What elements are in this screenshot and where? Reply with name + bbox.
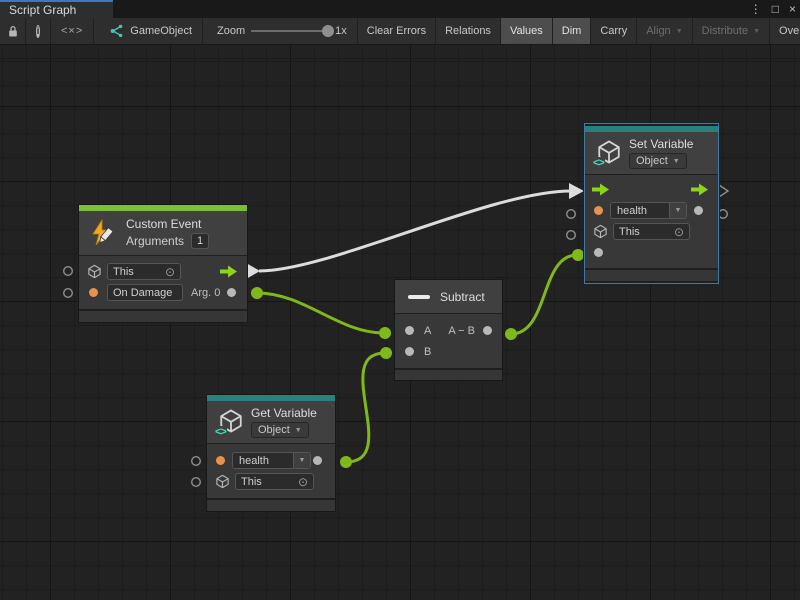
maximize-icon[interactable]: □: [772, 0, 779, 18]
edit-graph-button[interactable]: <×>: [51, 18, 94, 44]
node-footer: [585, 270, 718, 281]
graph-owner[interactable]: GameObject: [94, 18, 203, 44]
flow-output-port[interactable]: [691, 183, 709, 196]
input-a-port[interactable]: [405, 326, 414, 335]
carry-toggle[interactable]: Carry: [591, 18, 637, 44]
zoom-label: Zoom: [217, 25, 245, 37]
node-footer: [79, 311, 247, 322]
values-toggle[interactable]: Values: [501, 18, 553, 44]
gameobject-port-icon[interactable]: [86, 264, 102, 280]
chevron-down-icon: ▼: [753, 28, 760, 35]
node-title: Subtract: [440, 290, 485, 304]
node-custom-event[interactable]: Custom Event Arguments 1 This ⊙ On Dama: [79, 205, 247, 322]
graph-toolbar: i <×> GameObject Zoom 1x Clear Errors Re…: [0, 18, 800, 45]
flow-output-port[interactable]: [220, 265, 238, 278]
close-icon[interactable]: ×: [789, 0, 796, 18]
overview-button[interactable]: Overv: [770, 18, 800, 44]
flow-input-port[interactable]: [592, 183, 610, 196]
variable-name-dropdown[interactable]: health ▼: [232, 452, 311, 469]
custom-event-icon: [88, 218, 118, 248]
value-input-port[interactable]: [594, 248, 603, 257]
zoom-control: Zoom 1x: [203, 18, 357, 44]
chevron-down-icon: ▼: [676, 28, 683, 35]
align-dropdown[interactable]: Align▼: [637, 18, 692, 44]
variable-icon: <>: [216, 408, 244, 436]
event-name-port[interactable]: [89, 288, 98, 297]
variable-name-port[interactable]: [594, 206, 603, 215]
dim-toggle[interactable]: Dim: [553, 18, 592, 44]
input-a-label: A: [424, 325, 431, 337]
window-menu-icon[interactable]: ⋮: [750, 0, 762, 18]
node-footer: [207, 500, 335, 511]
chevron-down-icon[interactable]: ▼: [669, 203, 686, 218]
chevron-down-icon[interactable]: ▼: [293, 453, 310, 468]
node-footer: [395, 370, 502, 380]
tab-script-graph[interactable]: Script Graph: [0, 0, 113, 18]
clear-errors-button[interactable]: Clear Errors: [357, 18, 436, 44]
object-picker-icon[interactable]: ⊙: [674, 226, 684, 238]
node-subtract[interactable]: Subtract A A − B B: [395, 280, 502, 380]
arguments-count-field[interactable]: 1: [191, 233, 209, 249]
event-name-field[interactable]: On Damage: [107, 284, 183, 301]
graph-icon: [108, 23, 124, 39]
chevron-down-icon: ▼: [295, 427, 302, 434]
info-icon: i: [36, 25, 40, 38]
gameobject-port-icon[interactable]: [592, 224, 608, 240]
distribute-dropdown[interactable]: Distribute▼: [693, 18, 770, 44]
variable-icon: <>: [594, 139, 622, 167]
title-bar: Script Graph ⋮ □ ×: [0, 0, 800, 18]
zoom-slider-handle[interactable]: [322, 25, 334, 37]
lock-icon: [5, 23, 21, 39]
arg-output-label: Arg. 0: [191, 287, 220, 299]
variable-name-dropdown[interactable]: health ▼: [610, 202, 687, 219]
input-b-label: B: [424, 346, 431, 358]
relations-button[interactable]: Relations: [436, 18, 501, 44]
variable-kind-dropdown[interactable]: Object ▼: [629, 153, 687, 169]
tab-title: Script Graph: [9, 3, 76, 17]
gameobject-port-icon[interactable]: [214, 474, 230, 490]
zoom-value: 1x: [335, 25, 347, 37]
object-picker-icon[interactable]: ⊙: [165, 266, 175, 278]
arg-output-port[interactable]: [227, 288, 236, 297]
node-set-variable[interactable]: <> Set Variable Object ▼ health ▼: [585, 124, 718, 283]
variable-name-port[interactable]: [216, 456, 225, 465]
lock-button[interactable]: [0, 18, 26, 44]
chevron-down-icon: ▼: [673, 158, 680, 165]
node-get-variable[interactable]: <> Get Variable Object ▼ health ▼ This: [207, 395, 335, 511]
zoom-slider[interactable]: [251, 30, 329, 32]
code-icon: <×>: [61, 25, 83, 37]
node-title: Set Variable: [629, 137, 693, 151]
subtract-icon: [408, 295, 430, 299]
output-label: A − B: [448, 325, 475, 337]
value-output-port[interactable]: [694, 206, 703, 215]
inspect-button[interactable]: i: [26, 18, 51, 44]
input-b-port[interactable]: [405, 347, 414, 356]
gameobject-label: GameObject: [130, 25, 192, 37]
target-field[interactable]: This ⊙: [613, 223, 690, 240]
target-field[interactable]: This ⊙: [107, 263, 181, 280]
output-port[interactable]: [483, 326, 492, 335]
arguments-label: Arguments: [126, 234, 184, 248]
object-picker-icon[interactable]: ⊙: [298, 476, 308, 488]
variable-kind-dropdown[interactable]: Object ▼: [251, 422, 309, 438]
target-field[interactable]: This ⊙: [235, 473, 314, 490]
value-output-port[interactable]: [313, 456, 322, 465]
node-title: Get Variable: [251, 406, 317, 420]
node-title: Custom Event: [126, 217, 209, 231]
